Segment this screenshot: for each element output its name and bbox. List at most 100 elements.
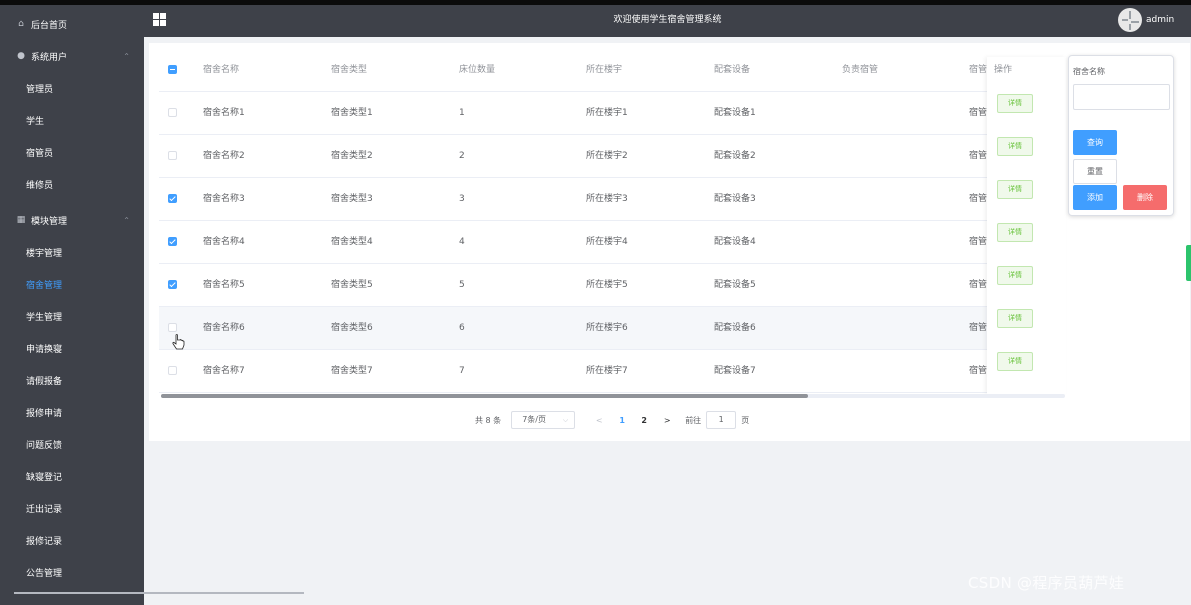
sidebar-item-label: 维修员 bbox=[26, 180, 54, 191]
table-row[interactable]: 宿舍名称3 宿舍类型3 3 所在楼宇3 配套设备3 宿管 bbox=[159, 178, 1065, 221]
table-cell: 所在楼宇3 bbox=[586, 194, 628, 204]
dorm-name-input[interactable] bbox=[1073, 84, 1170, 110]
table-cell: 1 bbox=[459, 108, 465, 118]
sidebar-item[interactable]: 学生 bbox=[0, 106, 144, 134]
sidebar-item[interactable]: 报修记录 bbox=[0, 526, 144, 554]
detail-button[interactable]: 详情 bbox=[997, 223, 1033, 242]
sidebar-item[interactable]: 迁出记录 bbox=[0, 494, 144, 522]
column-header: 配套设备 bbox=[714, 65, 751, 75]
row-checkbox[interactable] bbox=[168, 151, 177, 160]
sidebar-item-label: 申请换寝 bbox=[26, 344, 63, 355]
side-rail-handle[interactable] bbox=[1186, 245, 1191, 281]
table-row[interactable]: 宿舍名称1 宿舍类型1 1 所在楼宇1 配套设备1 宿管 bbox=[159, 92, 1065, 135]
table-cell: 所在楼宇5 bbox=[586, 280, 628, 290]
table-header-row: 宿舍名称 宿舍类型 床位数量 所在楼宇 配套设备 负责宿管 宿管 bbox=[159, 49, 1065, 92]
table-cell: 7 bbox=[459, 366, 465, 376]
sidebar-item[interactable]: 报修申请 bbox=[0, 398, 144, 426]
column-header: 床位数量 bbox=[459, 65, 496, 75]
row-checkbox[interactable] bbox=[168, 280, 177, 289]
next-page-button[interactable]: > bbox=[655, 416, 679, 425]
sidebar-item-label: 迁出记录 bbox=[26, 504, 63, 515]
horizontal-scrollbar[interactable] bbox=[161, 394, 1065, 398]
sidebar-scroll-track[interactable] bbox=[14, 592, 304, 594]
search-panel: 宿舍名称 查询 重置 添加 删除 bbox=[1068, 55, 1174, 216]
sidebar-item[interactable]: 学生管理 bbox=[0, 302, 144, 330]
main-card: 宿舍名称 宿舍类型 床位数量 所在楼宇 配套设备 负责宿管 宿管 宿舍名称1 宿舍类型1 1 所在楼… bbox=[149, 43, 1190, 441]
sidebar-item[interactable]: 问题反馈 bbox=[0, 430, 144, 458]
sidebar-item[interactable]: ⌂ 后台首页 bbox=[0, 10, 144, 38]
page-number[interactable]: 1 bbox=[611, 416, 633, 425]
table-cell: 2 bbox=[459, 151, 465, 161]
page-size-select[interactable]: 7条/页 ⌵ bbox=[511, 411, 576, 429]
sidebar-item[interactable]: ● 系统用户 ⌃ bbox=[0, 42, 144, 70]
page-number[interactable]: 2 bbox=[633, 416, 655, 425]
detail-button[interactable]: 详情 bbox=[997, 180, 1033, 199]
home-icon: ⌂ bbox=[18, 19, 24, 29]
sidebar-item[interactable]: 宿管员 bbox=[0, 138, 144, 166]
sidebar-item-label: 宿舍管理 bbox=[26, 280, 63, 291]
table-cell: 宿舍名称1 bbox=[203, 108, 245, 118]
prev-page-button[interactable]: < bbox=[587, 416, 611, 425]
header: 欢迎使用学生宿舍管理系统 admin bbox=[144, 5, 1191, 37]
grid-icon: ▦ bbox=[16, 215, 26, 225]
chevron-up-icon: ⌃ bbox=[123, 215, 130, 225]
table-cell: 配套设备1 bbox=[714, 108, 756, 118]
detail-button[interactable]: 详情 bbox=[997, 137, 1033, 156]
sidebar: ⌂ 后台首页 ● 系统用户 ⌃ 管理员学生宿管员维修员 ▦ 模块管理 ⌃ 楼宇管理宿舍管理学生管理… bbox=[0, 5, 304, 605]
detail-button[interactable]: 详情 bbox=[997, 352, 1033, 371]
detail-button[interactable]: 详情 bbox=[997, 94, 1033, 113]
table-row[interactable]: 宿舍名称5 宿舍类型5 5 所在楼宇5 配套设备5 宿管 bbox=[159, 264, 1065, 307]
table-row[interactable]: 宿舍名称7 宿舍类型7 7 所在楼宇7 配套设备7 宿管 bbox=[159, 350, 1065, 393]
sidebar-item[interactable]: 管理员 bbox=[0, 74, 144, 102]
row-checkbox[interactable] bbox=[168, 323, 177, 332]
row-checkbox[interactable] bbox=[168, 108, 177, 117]
select-all-checkbox[interactable] bbox=[168, 65, 177, 74]
user-icon: ● bbox=[17, 51, 25, 61]
table-row[interactable]: 宿舍名称2 宿舍类型2 2 所在楼宇2 配套设备2 宿管 bbox=[159, 135, 1065, 178]
page-size-value: 7条/页 bbox=[522, 415, 546, 424]
table-row[interactable]: 宿舍名称6 宿舍类型6 6 所在楼宇6 配套设备6 宿管 bbox=[159, 307, 1065, 350]
add-button[interactable]: 添加 bbox=[1073, 185, 1117, 210]
page-unit-label: 页 bbox=[741, 415, 750, 425]
sidebar-item-label: 系统用户 bbox=[31, 52, 68, 63]
query-button[interactable]: 查询 bbox=[1073, 130, 1117, 155]
operation-header: 操作 bbox=[994, 65, 1013, 75]
sidebar-item[interactable]: 宿舍管理 bbox=[0, 270, 144, 298]
detail-button[interactable]: 详情 bbox=[997, 309, 1033, 328]
detail-button[interactable]: 详情 bbox=[997, 266, 1033, 285]
row-checkbox[interactable] bbox=[168, 237, 177, 246]
sidebar-item[interactable]: 缺寝登记 bbox=[0, 462, 144, 490]
table-cell: 宿舍类型1 bbox=[331, 108, 373, 118]
sidebar-item[interactable]: 申请换寝 bbox=[0, 334, 144, 362]
row-checkbox[interactable] bbox=[168, 366, 177, 375]
username[interactable]: admin bbox=[1146, 5, 1174, 35]
chevron-up-icon: ⌃ bbox=[123, 51, 130, 61]
scrollbar-thumb[interactable] bbox=[161, 394, 808, 398]
table-cell: 宿管 bbox=[969, 194, 988, 204]
delete-button[interactable]: 删除 bbox=[1123, 185, 1167, 210]
sidebar-item[interactable]: 维修员 bbox=[0, 170, 144, 198]
sidebar-item[interactable]: 请假报备 bbox=[0, 366, 144, 394]
table-cell: 宿管 bbox=[969, 151, 988, 161]
table-cell: 5 bbox=[459, 280, 465, 290]
avatar[interactable] bbox=[1118, 8, 1142, 32]
table-cell: 配套设备5 bbox=[714, 280, 756, 290]
search-label: 宿舍名称 bbox=[1073, 67, 1105, 76]
table-cell: 宿舍名称7 bbox=[203, 366, 245, 376]
sidebar-item[interactable]: 楼宇管理 bbox=[0, 238, 144, 266]
table-cell: 宿舍类型5 bbox=[331, 280, 373, 290]
row-checkbox[interactable] bbox=[168, 194, 177, 203]
sidebar-item-label: 缺寝登记 bbox=[26, 472, 63, 483]
table-row[interactable]: 宿舍名称4 宿舍类型4 4 所在楼宇4 配套设备4 宿管 bbox=[159, 221, 1065, 264]
table-cell: 所在楼宇1 bbox=[586, 108, 628, 118]
table-cell: 配套设备2 bbox=[714, 151, 756, 161]
table-cell: 宿舍类型3 bbox=[331, 194, 373, 204]
sidebar-item[interactable]: ▦ 模块管理 ⌃ bbox=[0, 206, 144, 234]
sidebar-item[interactable]: 公告管理 bbox=[0, 558, 144, 586]
sidebar-item-label: 宿管员 bbox=[26, 148, 54, 159]
reset-button[interactable]: 重置 bbox=[1073, 159, 1117, 184]
watermark: CSDN @程序员葫芦娃 bbox=[968, 574, 1125, 592]
goto-page-input[interactable]: 1 bbox=[706, 411, 737, 429]
chevron-down-icon: ⌵ bbox=[562, 416, 569, 424]
table-cell: 配套设备3 bbox=[714, 194, 756, 204]
